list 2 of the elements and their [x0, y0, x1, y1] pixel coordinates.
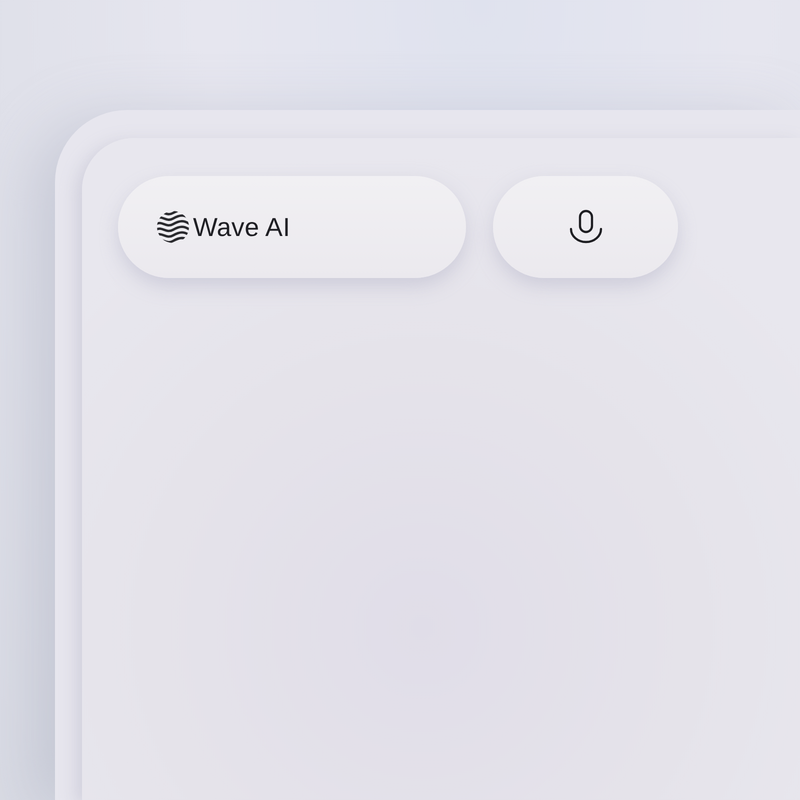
wave-logo-icon — [156, 210, 190, 244]
wave-ai-button[interactable]: Wave AI — [118, 176, 466, 278]
